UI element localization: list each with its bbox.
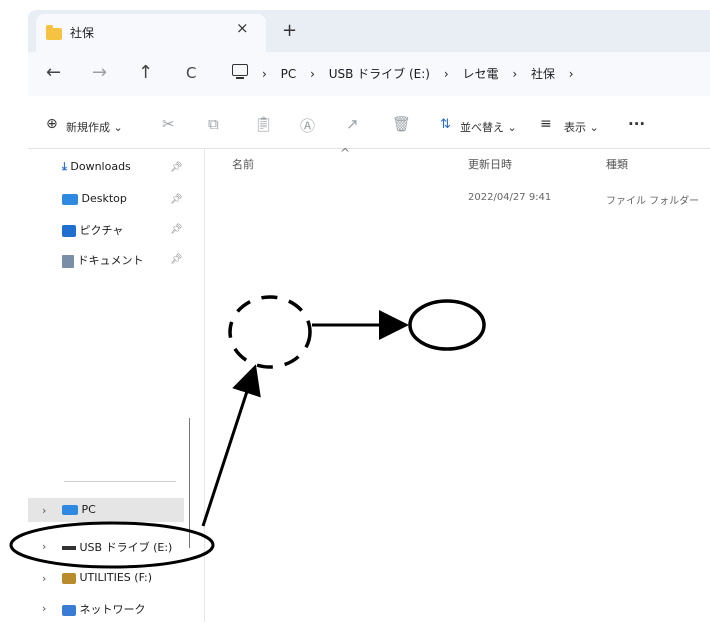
rename-icon[interactable]: Ⓐ [300,115,315,136]
copy-icon[interactable]: ⧉ [208,115,219,133]
pin-icon[interactable]: 📌︎ [170,194,183,205]
paste-icon[interactable]: 📋︎ [254,115,273,133]
new-tab-button[interactable]: + [282,20,297,41]
sidebar-item-label: Downloads [70,160,131,173]
view-label: 表示 [564,121,586,134]
pin-icon[interactable]: 📌︎ [170,254,183,265]
sidebar-item-label: UTILITIES (F:) [79,571,153,584]
breadcrumb[interactable]: › PC › USB ドライブ (E:) › レセ電 › 社保 › [262,65,584,82]
chevron-down-icon: ⌄ [507,121,517,134]
breadcrumb-sep: › [262,67,267,81]
tab-shaho[interactable]: 社保 × [36,14,266,52]
documents-icon [62,254,74,268]
sort-ascending-icon: ^ [340,146,351,160]
breadcrumb-sep: › [443,67,449,81]
up-button[interactable]: ↑ [138,62,153,83]
view-button[interactable]: 表示 ⌄ [564,119,599,135]
chevron-down-icon: ⌄ [113,121,123,134]
share-icon[interactable]: ↗ [346,115,359,133]
sidebar-item-pictures[interactable]: ピクチャ [62,222,123,238]
new-button[interactable]: 新規作成 ⌄ [66,119,123,135]
breadcrumb-sep: › [512,67,518,81]
sidebar-item-downloads[interactable]: ⤓ Downloads [62,160,131,174]
sidebar-separator [64,481,176,482]
cell-modified: 2022/04/27 9:41 [468,192,552,203]
sidebar-item-label: ピクチャ [79,224,124,237]
download-icon: ⤓ [62,160,67,173]
cut-icon[interactable]: ✂ [162,115,175,133]
sidebar-item-label: Desktop [81,192,127,205]
column-header-modified[interactable]: 更新日時 [468,156,512,172]
sort-label: 並べ替え [460,121,504,134]
pane-divider[interactable] [204,148,205,622]
sidebar-item-label: ネットワーク [79,603,146,616]
breadcrumb-sep: › [310,67,315,81]
sidebar-scrollbar[interactable] [189,418,190,548]
chevron-down-icon: ⌄ [589,121,599,134]
column-header-name[interactable]: 名前 [232,156,254,172]
breadcrumb-usb-drive[interactable]: USB ドライブ (E:) [329,67,430,81]
pictures-icon [62,225,76,237]
folder-icon [46,25,62,40]
annotation-target-ellipse [408,299,486,351]
network-icon [62,604,76,616]
sidebar-item-label: USB ドライブ (E:) [79,541,173,554]
sidebar-item-usb-drive[interactable]: USB ドライブ (E:) [62,539,172,555]
sidebar-item-utilities[interactable]: UTILITIES (F:) [62,571,152,584]
this-pc-icon[interactable] [232,64,248,79]
drive-icon [62,572,76,584]
breadcrumb-pc[interactable]: PC [281,67,297,81]
sidebar-item-label: PC [81,503,96,516]
pin-icon[interactable]: 📌︎ [170,162,183,173]
sort-icon: ⇅ [440,117,451,132]
usb-drive-icon [62,546,76,550]
breadcrumb-sep: › [568,67,574,81]
expand-icon[interactable]: › [42,572,46,585]
tab-title: 社保 [70,26,95,40]
expand-icon[interactable]: › [42,504,46,517]
sidebar-selected-row [28,498,184,522]
plus-circle-icon: ⊕ [46,116,58,132]
refresh-button[interactable]: C [186,64,196,82]
command-bar [28,96,710,149]
expand-icon[interactable]: › [42,540,46,553]
expand-icon[interactable]: › [42,602,46,615]
sidebar-item-label: ドキュメント [77,254,144,267]
more-options-button[interactable]: ··· [628,115,645,133]
annotation-dashed-circle [228,295,312,369]
close-tab-button[interactable]: × [236,19,249,37]
back-button[interactable]: ← [46,62,61,83]
pin-icon[interactable]: 📌︎ [170,224,183,235]
pc-icon [62,505,78,515]
annotation-arrow-up [201,364,261,527]
sidebar-item-desktop[interactable]: Desktop [62,192,127,205]
new-label: 新規作成 [66,121,110,134]
delete-icon[interactable]: 🗑︎ [392,115,411,133]
sidebar-item-documents[interactable]: ドキュメント [62,252,144,268]
breadcrumb-rece[interactable]: レセ電 [462,67,498,81]
cell-type: ファイル フォルダー [606,196,700,207]
sidebar-item-pc[interactable]: PC [62,503,96,516]
breadcrumb-shaho[interactable]: 社保 [531,67,555,81]
sort-button[interactable]: 並べ替え ⌄ [460,119,517,135]
sidebar-item-network[interactable]: ネットワーク [62,601,146,617]
column-header-type[interactable]: 種類 [606,156,628,172]
desktop-icon [62,193,78,205]
view-icon: ≡ [540,116,552,132]
forward-button[interactable]: → [92,62,107,83]
